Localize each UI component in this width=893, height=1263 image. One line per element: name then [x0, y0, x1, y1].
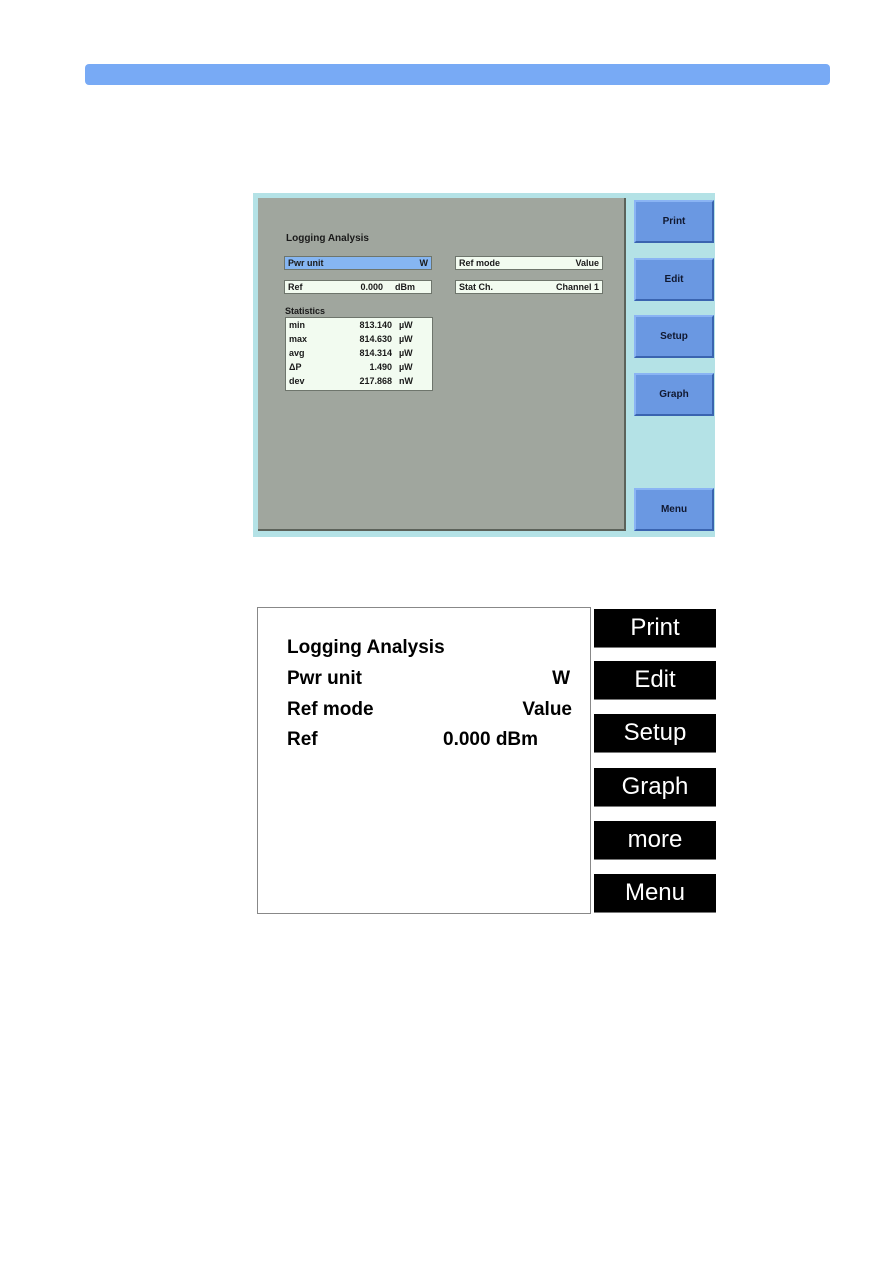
edit-softkey[interactable]: Edit — [634, 258, 714, 301]
stat-unit: µW — [399, 320, 413, 330]
stat-unit: nW — [399, 376, 413, 386]
field-label: Ref — [288, 282, 303, 292]
field-label: Stat Ch. — [459, 282, 494, 292]
mono-menu-softkey[interactable]: Menu — [594, 874, 716, 913]
stat-row-dev: dev 217.868 nW — [286, 376, 432, 390]
mono-pwr-unit-value: W — [552, 668, 570, 689]
mono-title: Logging Analysis — [287, 637, 445, 658]
mono-print-softkey[interactable]: Print — [594, 609, 716, 648]
mono-ref-label[interactable]: Ref — [287, 729, 318, 751]
stat-value: 217.868 — [359, 376, 392, 386]
stat-row-min: min 813.140 µW — [286, 320, 432, 334]
panel-title: Logging Analysis — [286, 233, 369, 244]
stat-value: 1.490 — [369, 362, 392, 372]
stat-name: min — [289, 320, 306, 330]
field-value: Value — [575, 258, 599, 268]
color-screen: Logging Analysis Pwr unit W Ref mode Val… — [253, 193, 715, 537]
ref-mode-field[interactable]: Ref mode Value — [455, 256, 603, 270]
mono-more-softkey[interactable]: more — [594, 821, 716, 860]
stat-row-avg: avg 814.314 µW — [286, 348, 432, 362]
field-value: 0.000 — [360, 282, 383, 292]
mono-ref-value: 0.000 dBm — [443, 729, 539, 750]
stat-value: 813.140 — [359, 320, 392, 330]
field-label: Ref mode — [459, 258, 501, 268]
statistics-table: min 813.140 µW max 814.630 µW avg 814.31… — [285, 317, 433, 391]
stat-value: 814.630 — [359, 334, 392, 344]
stat-name: avg — [289, 348, 305, 358]
stat-row-delta-p: ΔP 1.490 µW — [286, 362, 432, 376]
setup-softkey[interactable]: Setup — [634, 315, 714, 358]
stat-unit: µW — [399, 334, 413, 344]
print-softkey[interactable]: Print — [634, 200, 714, 243]
menu-softkey[interactable]: Menu — [634, 488, 714, 531]
stat-unit: µW — [399, 362, 413, 372]
stat-name: max — [289, 334, 308, 344]
mono-ref-mode-value: Value — [522, 699, 572, 720]
stat-unit: µW — [399, 348, 413, 358]
stat-name: ΔP — [289, 362, 302, 372]
graph-softkey[interactable]: Graph — [634, 373, 714, 416]
field-value: Channel 1 — [555, 282, 599, 292]
field-unit: dBm — [395, 282, 415, 292]
statistics-title: Statistics — [285, 306, 326, 316]
mono-pwr-unit-label[interactable]: Pwr unit — [287, 668, 362, 690]
pwr-unit-field[interactable]: Pwr unit W — [284, 256, 432, 270]
mono-graph-softkey[interactable]: Graph — [594, 768, 716, 807]
mono-edit-softkey[interactable]: Edit — [594, 661, 716, 700]
ref-field[interactable]: Ref 0.000 dBm — [284, 280, 432, 294]
mono-setup-softkey[interactable]: Setup — [594, 714, 716, 753]
stat-value: 814.314 — [359, 348, 392, 358]
stat-channel-field[interactable]: Stat Ch. Channel 1 — [455, 280, 603, 294]
field-value: W — [419, 258, 429, 268]
mono-ref-mode-label[interactable]: Ref mode — [287, 699, 374, 721]
logging-analysis-panel: Logging Analysis Pwr unit W Ref mode Val… — [258, 198, 626, 531]
stat-name: dev — [289, 376, 305, 386]
field-label: Pwr unit — [288, 258, 324, 268]
stat-row-max: max 814.630 µW — [286, 334, 432, 348]
mono-screen: Logging Analysis Pwr unit W Ref mode Val… — [257, 607, 591, 914]
header-bar — [85, 64, 830, 85]
